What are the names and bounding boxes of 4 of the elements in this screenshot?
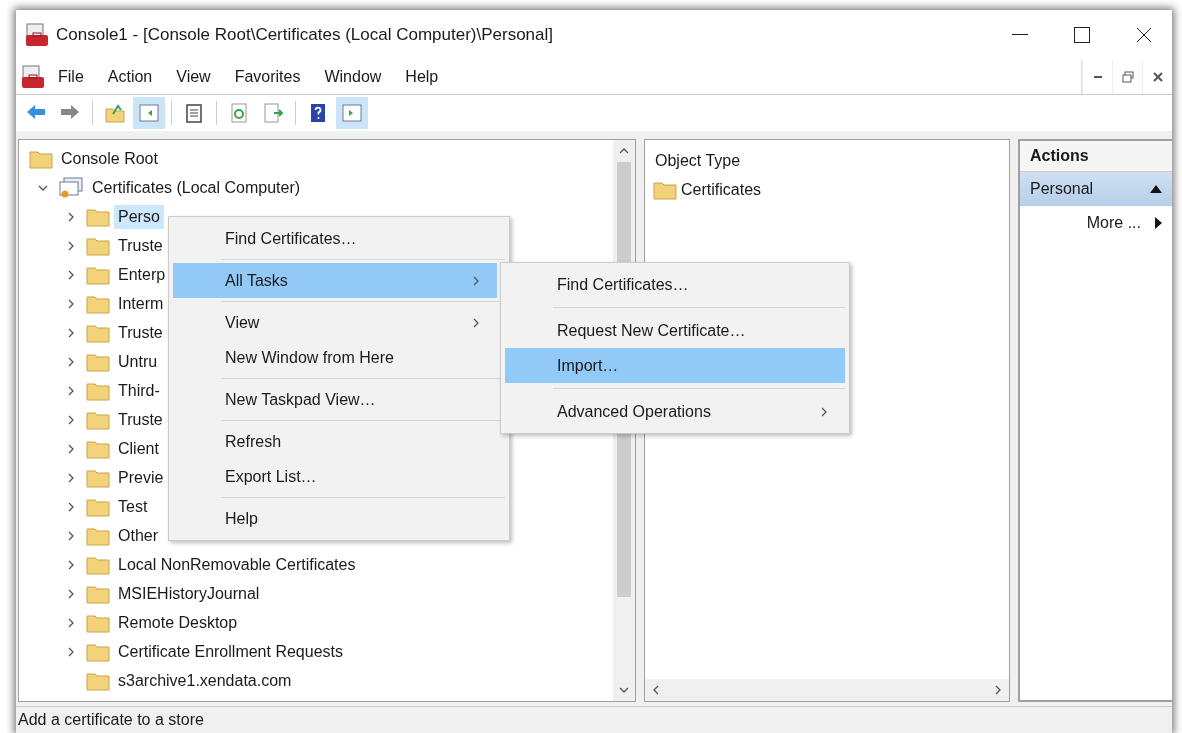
section-title: Personal xyxy=(1030,180,1094,198)
window-title: Console1 - [Console Root\Certificates (Local Computer)\Personal] xyxy=(56,25,554,45)
actions-header: Actions xyxy=(1020,141,1172,172)
status-text: Add a certificate to a store xyxy=(17,711,204,729)
